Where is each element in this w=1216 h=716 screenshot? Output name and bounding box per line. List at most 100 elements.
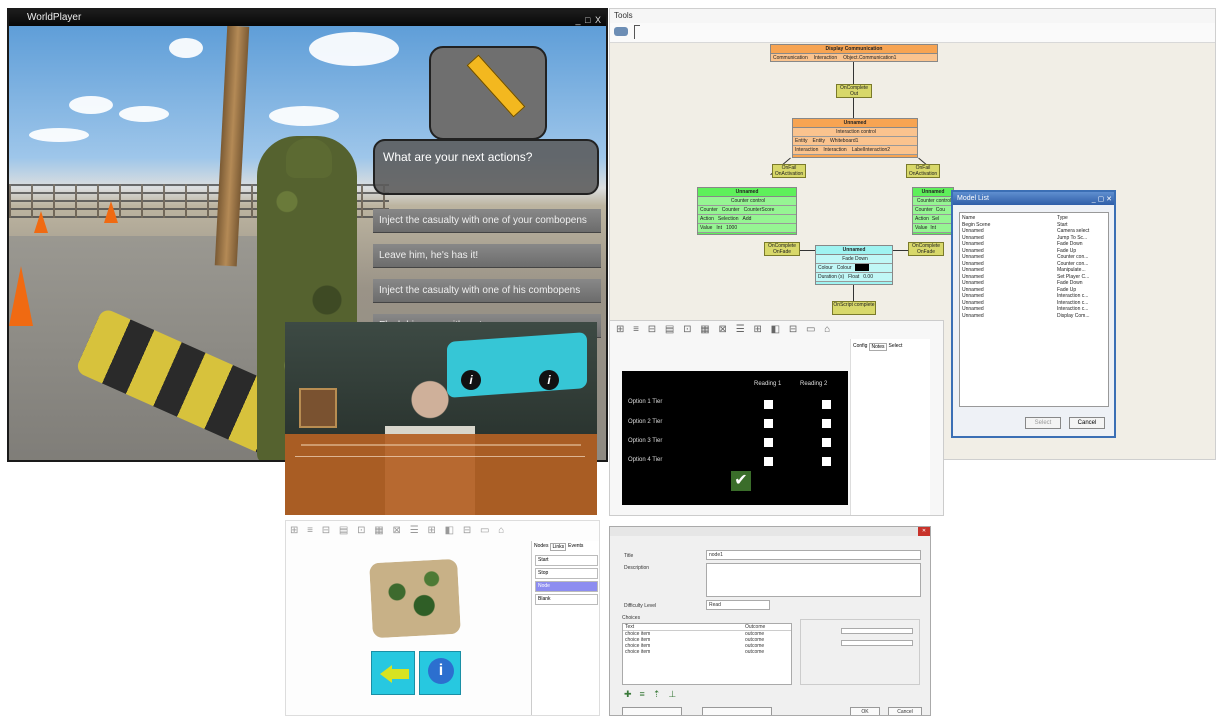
node-display-communication[interactable]: Display Communication Communication Inter… — [770, 44, 938, 62]
outcome-field[interactable] — [841, 640, 913, 646]
action-option[interactable]: Inject the casualty with one of your com… — [373, 209, 601, 233]
cancel-button[interactable]: Cancel — [888, 707, 922, 715]
notes-pencil-button[interactable] — [429, 46, 547, 140]
port-label: OnComplete OnFade — [764, 242, 800, 256]
cloud — [309, 32, 399, 66]
cell: outcome — [745, 649, 765, 655]
cell: Display Com... — [1057, 312, 1090, 319]
eye-icon[interactable] — [614, 27, 628, 36]
ok-button[interactable]: OK — [850, 707, 880, 715]
remove-icon: ≡ — [639, 689, 645, 699]
row-label: Option 4 Tier — [628, 457, 663, 463]
checkbox[interactable] — [822, 419, 831, 428]
title-field[interactable]: node1 — [706, 550, 921, 560]
add-button[interactable] — [702, 707, 772, 715]
checkbox-stage: Reading 1 Reading 2 Option 1 Tier Option… — [622, 371, 848, 505]
port-label: OnComplete Out — [836, 84, 872, 98]
info-button[interactable]: i — [419, 651, 461, 695]
checkbox[interactable] — [822, 438, 831, 447]
node-subheader: Counter control — [698, 197, 796, 206]
map-thumbnail[interactable] — [369, 558, 461, 639]
checkbox[interactable] — [822, 457, 831, 466]
list-item[interactable]: Start — [535, 555, 598, 566]
choices-table[interactable]: Text Outcome choice item outcome choice item… — [622, 623, 792, 685]
node-subheader: Counter control — [913, 197, 953, 206]
checkbox[interactable] — [822, 400, 831, 409]
row-label: Option 1 Tier — [628, 399, 663, 405]
checkbox[interactable] — [764, 400, 773, 409]
node-header: Unnamed — [793, 119, 917, 128]
table-row[interactable]: choice item outcome — [623, 649, 791, 655]
world-player-title: WorldPlayer — [27, 12, 82, 23]
editor-toolbar[interactable]: ⊞ ≡ ⊟ ▤ ⊡ ▦ ⊠ ☰ ⊞ ◧ ⊟ ▭ ⌂ — [286, 521, 599, 541]
cloud — [269, 106, 339, 126]
field-label: Title — [624, 553, 634, 559]
node-counter-control[interactable]: Unnamed Counter control Counter Counter Co… — [697, 187, 797, 235]
connector — [853, 62, 854, 84]
cell: Text — [625, 624, 635, 630]
list-tab[interactable]: Links — [550, 543, 567, 551]
node-field: Communication — [773, 55, 808, 61]
list-item[interactable]: Node — [535, 581, 598, 592]
colour-swatch[interactable] — [855, 264, 870, 271]
tutor-scene[interactable]: i i — [285, 322, 597, 515]
cell: Unnamed — [962, 312, 984, 319]
edit-button[interactable] — [622, 707, 682, 715]
action-option[interactable]: Leave him, he's has it! — [373, 244, 601, 268]
difficulty-select[interactable]: Read — [706, 600, 770, 610]
list-item[interactable]: Stop — [535, 568, 598, 579]
select-button[interactable]: Select — [1025, 417, 1061, 429]
checkmark-icon[interactable]: ✔ — [731, 471, 751, 491]
port-label: OnFail OnActivation — [772, 164, 806, 178]
question-panel: What are your next actions? — [373, 139, 599, 195]
outcome-field[interactable] — [841, 628, 913, 634]
info-icon[interactable]: i — [539, 370, 559, 390]
list-row[interactable]: Unnamed Display Com... — [962, 313, 1106, 320]
connector — [853, 285, 854, 301]
move-icon: ⇡ — [652, 689, 661, 699]
cursor-icon[interactable] — [634, 25, 640, 39]
side-tab[interactable]: Select — [889, 343, 903, 351]
model-list-title: Model List — [957, 195, 989, 202]
checkbox[interactable] — [764, 419, 773, 428]
palm-trunk — [214, 26, 250, 267]
action-option[interactable]: Inject the casualty with one of his comb… — [373, 279, 601, 303]
side-tab[interactable]: Config — [853, 343, 867, 351]
node-field: Interaction — [813, 55, 838, 61]
list-tab[interactable]: Events — [568, 543, 583, 551]
node-interaction-control[interactable]: Unnamed Interaction control Entity Entity… — [792, 118, 918, 158]
properties-dialog: ✕ Title node1 Description Difficulty Lev… — [609, 526, 931, 716]
node-fade-down[interactable]: Unnamed Fade Down Colour Colour Duration … — [815, 245, 893, 285]
info-icon[interactable]: i — [461, 370, 481, 390]
column-header: Reading 1 — [754, 381, 782, 387]
checkbox[interactable] — [764, 457, 773, 466]
editor-toolbar[interactable]: ⊞ ≡ ⊟ ▤ ⊡ ▦ ⊠ ☰ ⊞ ◧ ⊟ ▭ ⌂ — [610, 321, 943, 339]
tools-toolbar — [610, 23, 1215, 43]
field-label: Difficulty Level — [624, 603, 657, 609]
model-list-table[interactable]: Name Type Begin Scene Start Unnamed Camera se… — [959, 212, 1109, 407]
node-header: Display Communication — [771, 45, 937, 54]
close-icon[interactable]: _ ▢ ✕ — [1092, 193, 1112, 206]
connector — [853, 98, 854, 118]
cloud — [29, 128, 89, 142]
model-list-titlebar: Model List _ ▢ ✕ — [953, 192, 1114, 205]
cancel-button[interactable]: Cancel — [1069, 417, 1105, 429]
list-item[interactable]: Blank — [535, 594, 598, 605]
back-button[interactable] — [371, 651, 415, 695]
node-counter-control[interactable]: Unnamed Counter control Counter Cou Actio… — [912, 187, 954, 235]
choice-actions[interactable]: ✚ ≡ ⇡ ⊥ — [624, 689, 676, 700]
cell: choice item — [625, 649, 651, 655]
cell: Outcome — [745, 624, 766, 630]
description-field[interactable] — [706, 563, 921, 597]
list-tab[interactable]: Nodes — [534, 543, 548, 551]
portrait-avatar — [299, 388, 337, 428]
column-header: Reading 2 — [800, 381, 828, 387]
close-icon[interactable]: ✕ — [918, 527, 930, 536]
checkbox[interactable] — [764, 438, 773, 447]
checkbox-editor-window: ⊞ ≡ ⊟ ▤ ⊡ ▦ ⊠ ☰ ⊞ ◧ ⊟ ▭ ⌂ Reading 1 Read… — [609, 320, 944, 516]
row-label: Option 3 Tier — [628, 438, 663, 444]
node-list-panel: Nodes Links Events Start Stop Node Blank — [531, 541, 599, 715]
dialogue-panel — [285, 434, 597, 515]
side-tab[interactable]: Notes — [869, 343, 887, 351]
cloud — [69, 96, 113, 114]
